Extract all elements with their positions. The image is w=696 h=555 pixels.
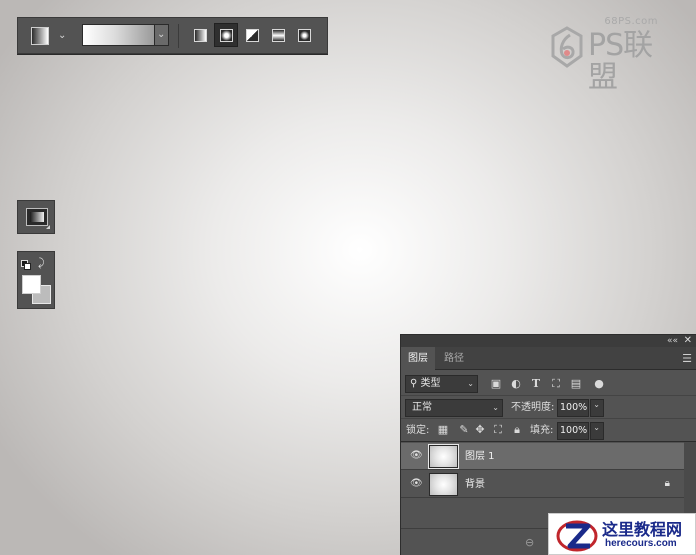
chevron-down-icon: ⌄: [467, 379, 474, 388]
chevron-down-icon: ⌄: [593, 423, 600, 432]
layer-filter-row: ⚲ 类型 ⌄ ▣ ◐ T ⛶ ▤ ●: [401, 372, 696, 396]
tab-layers[interactable]: 图层: [401, 347, 435, 370]
close-icon[interactable]: ✕: [684, 335, 692, 347]
layer-row-layer-1[interactable]: 👁︎ 图层 1: [401, 443, 684, 470]
watermark-badge: 这里教程网 herecours.com: [548, 513, 696, 555]
panel-menu-icon[interactable]: ☰: [682, 352, 692, 365]
default-colors-icon[interactable]: [21, 260, 31, 270]
filter-type-select[interactable]: ⚲ 类型 ⌄: [405, 375, 478, 393]
fill-dropdown[interactable]: ⌄: [590, 422, 604, 440]
foreground-color-swatch[interactable]: [22, 275, 41, 294]
type-layer-filter-icon[interactable]: T: [530, 378, 542, 390]
ps-union-logo: 68PS.com PS联盟: [548, 16, 678, 94]
panel-tabs: 图层 路径 ☰: [401, 347, 696, 370]
opacity-input[interactable]: 100%: [557, 399, 589, 417]
gradient-editor-swatch[interactable]: [82, 24, 155, 46]
watermark-cn-text: 这里教程网: [602, 520, 683, 539]
linear-gradient-icon: [193, 28, 207, 42]
adjustment-layer-filter-icon[interactable]: ◐: [510, 378, 522, 390]
layer-thumbnail: [429, 473, 458, 496]
gradient-picker-dropdown[interactable]: ⌄: [155, 24, 169, 46]
lock-all-icon[interactable]: 🔒︎: [511, 424, 523, 436]
search-icon: ⚲: [410, 378, 418, 389]
watermark-z-icon: [556, 520, 598, 552]
shape-layer-filter-icon[interactable]: ⛶: [550, 378, 562, 390]
blend-mode-select[interactable]: 正常 ⌄: [405, 399, 503, 417]
collapse-panel-icon[interactable]: ««: [667, 335, 678, 347]
chevron-down-icon: ⌄: [492, 403, 499, 412]
opacity-dropdown[interactable]: ⌄: [590, 399, 604, 417]
logo-brand-text: PS联盟: [588, 28, 653, 95]
link-layers-icon[interactable]: ⊖: [525, 536, 534, 549]
gradient-tool-icon: [26, 208, 48, 226]
swap-colors-icon[interactable]: ⤸: [38, 256, 45, 270]
diamond-gradient-button[interactable]: [292, 23, 316, 47]
toolbar-separator: [178, 24, 179, 48]
lock-transparent-pixels-icon[interactable]: ▦: [437, 424, 449, 436]
angle-gradient-button[interactable]: [240, 23, 264, 47]
logo-site-text: 68PS.com: [604, 16, 658, 27]
radial-gradient-button[interactable]: [214, 23, 238, 47]
lock-artboard-icon[interactable]: ⛶: [492, 424, 504, 436]
smart-object-filter-icon[interactable]: ▤: [570, 378, 582, 390]
chevron-down-icon: ⌄: [593, 400, 600, 409]
logo-mark-icon: [551, 26, 583, 68]
lock-fill-row: 锁定: ▦ ✎ ✥ ⛶ 🔒︎ 填充: 100% ⌄: [401, 420, 696, 442]
panel-titlebar: «« ✕: [401, 335, 696, 347]
tool-preset-picker[interactable]: [31, 27, 49, 45]
tool-flyout-indicator: [46, 225, 50, 229]
linear-gradient-button[interactable]: [188, 23, 212, 47]
fill-label: 填充:: [530, 425, 554, 436]
reflected-gradient-icon: [271, 28, 285, 42]
angle-gradient-icon: [245, 28, 259, 42]
gradient-tool-button[interactable]: [17, 200, 55, 234]
color-swatches-panel: ⤸: [17, 251, 55, 309]
blend-opacity-row: 正常 ⌄ 不透明度: 100% ⌄: [401, 397, 696, 419]
eye-icon[interactable]: 👁︎: [410, 451, 423, 461]
lock-icon: 🔒︎: [664, 478, 670, 489]
chevron-down-icon: ⌄: [157, 29, 166, 40]
layer-thumbnail: [428, 444, 459, 469]
layer-name: 背景: [465, 479, 485, 490]
layer-name: 图层 1: [465, 451, 495, 462]
pixel-layer-filter-icon[interactable]: ▣: [490, 378, 502, 390]
chevron-down-icon[interactable]: ⌄: [58, 31, 66, 41]
eye-icon[interactable]: 👁︎: [410, 479, 423, 489]
opacity-label: 不透明度:: [511, 402, 555, 413]
lock-image-pixels-icon[interactable]: ✎: [458, 424, 470, 436]
fill-input[interactable]: 100%: [557, 422, 589, 440]
layer-row-background[interactable]: 👁︎ 背景 🔒︎: [401, 471, 684, 498]
filter-toggle-icon[interactable]: ●: [593, 378, 605, 390]
watermark-en-text: herecours.com: [605, 538, 677, 549]
radial-gradient-icon: [219, 28, 233, 42]
gradient-options-bar: ⌄ ⌄: [17, 17, 328, 54]
filter-type-label: 类型: [420, 378, 441, 389]
lock-position-icon[interactable]: ✥: [474, 424, 486, 436]
blend-mode-label: 正常: [412, 402, 432, 413]
lock-label: 锁定:: [406, 425, 430, 436]
tab-paths[interactable]: 路径: [437, 347, 471, 370]
reflected-gradient-button[interactable]: [266, 23, 290, 47]
diamond-gradient-icon: [297, 28, 311, 42]
